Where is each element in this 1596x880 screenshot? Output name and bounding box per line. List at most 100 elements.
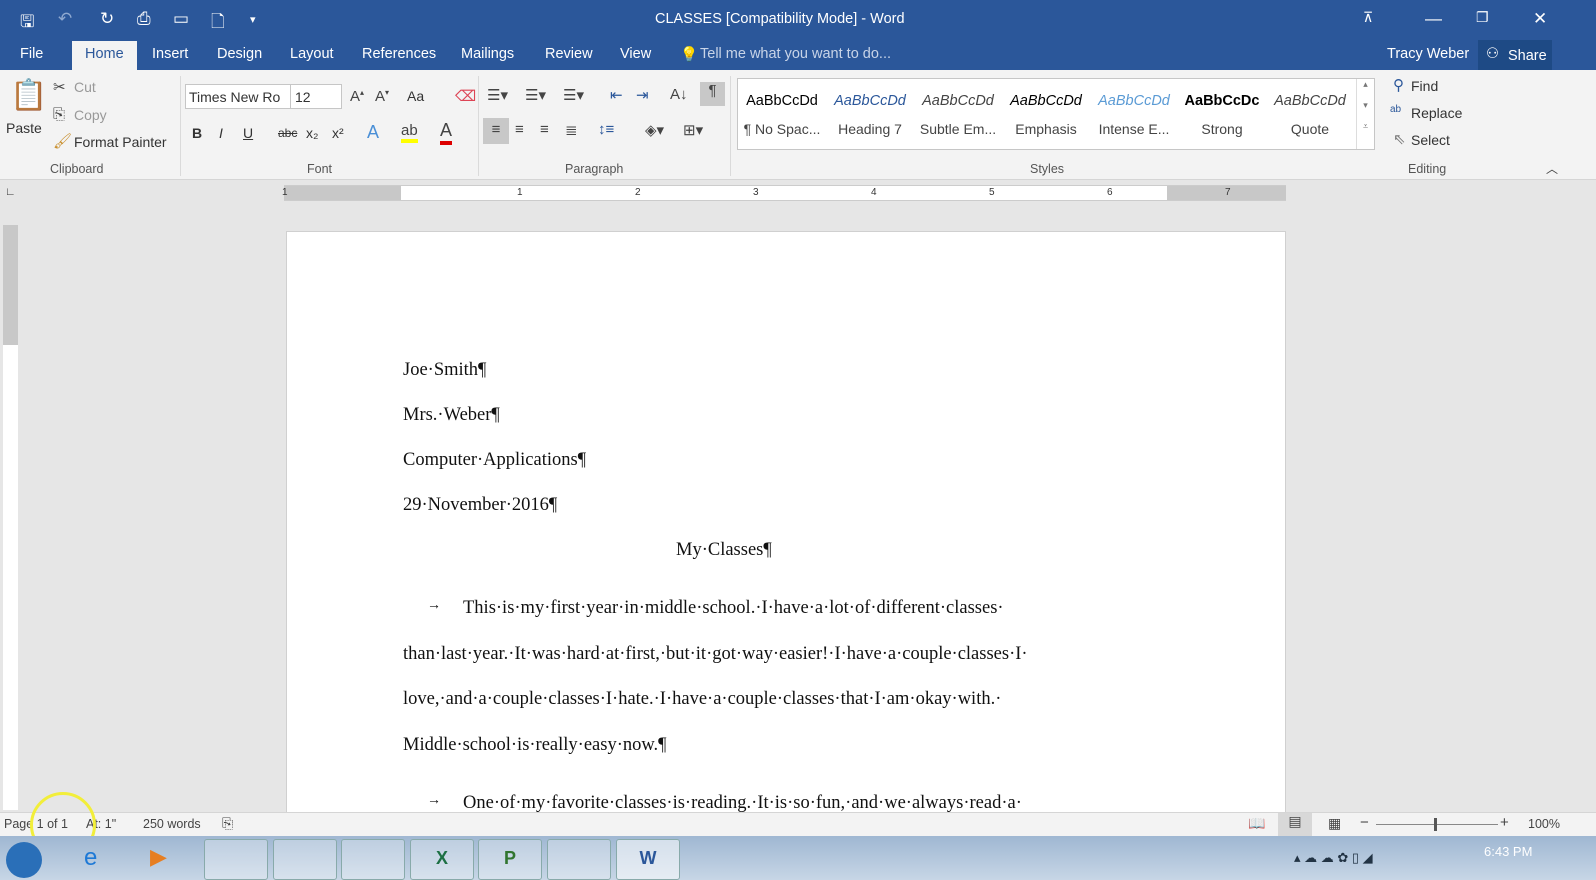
- superscript-button[interactable]: x²: [332, 125, 344, 141]
- undo-icon[interactable]: ↶: [58, 9, 72, 29]
- start-button[interactable]: [6, 842, 42, 878]
- collapse-ribbon-icon[interactable]: ︿: [1546, 160, 1558, 177]
- print-layout-icon[interactable]: ▤: [1278, 813, 1312, 836]
- style-intense-emphasis[interactable]: AaBbCcDd Intense E...: [1090, 93, 1178, 137]
- style-subtle-emphasis[interactable]: AaBbCcDd Subtle Em...: [914, 93, 1002, 137]
- increase-indent-icon[interactable]: ⇥: [636, 86, 649, 104]
- tab-selector[interactable]: ∟: [5, 186, 16, 198]
- document-page[interactable]: Joe·Smith¶ Mrs.·Weber¶ Computer·Applicat…: [286, 231, 1286, 831]
- text-effects-icon[interactable]: A: [367, 122, 379, 143]
- restore-icon[interactable]: ❐: [1476, 9, 1489, 26]
- snipping-tool-icon[interactable]: [547, 839, 611, 880]
- font-color-icon[interactable]: A: [440, 120, 453, 145]
- touch-mode-icon[interactable]: ▭: [173, 9, 189, 29]
- style-emphasis[interactable]: AaBbCcDd Emphasis: [1002, 93, 1090, 137]
- ribbon-display-icon[interactable]: ⊼: [1363, 9, 1373, 26]
- firefox-icon[interactable]: [204, 839, 268, 880]
- font-size-select[interactable]: 12: [290, 84, 342, 109]
- system-tray-icons[interactable]: ▴ ☁ ☁ ✿ ▯ ◢: [1294, 850, 1373, 866]
- zoom-slider-thumb[interactable]: [1434, 818, 1437, 831]
- decrease-indent-icon[interactable]: ⇤: [610, 86, 623, 104]
- word-icon[interactable]: W: [616, 839, 680, 880]
- shading-icon[interactable]: ◈▾: [645, 121, 664, 139]
- tab-mailings[interactable]: Mailings: [461, 46, 514, 62]
- borders-icon[interactable]: ⊞▾: [683, 121, 703, 139]
- vertical-ruler[interactable]: [3, 225, 18, 810]
- shrink-font-icon[interactable]: A▾: [375, 88, 389, 105]
- style-strong[interactable]: AaBbCcDc Strong: [1178, 93, 1266, 137]
- internet-explorer-icon[interactable]: e: [84, 844, 97, 872]
- tab-design[interactable]: Design: [217, 46, 262, 62]
- clear-formatting-icon[interactable]: ⌫: [455, 87, 476, 105]
- zoom-level[interactable]: 100%: [1528, 817, 1560, 831]
- cut-button[interactable]: Cut: [74, 79, 96, 95]
- grow-font-icon[interactable]: A▴: [350, 88, 364, 105]
- excel-icon[interactable]: X: [410, 839, 474, 880]
- tell-me-input[interactable]: Tell me what you want to do...: [700, 46, 891, 62]
- style-quote[interactable]: AaBbCcDd Quote: [1266, 93, 1354, 137]
- select-button[interactable]: Select: [1411, 132, 1450, 148]
- read-mode-icon[interactable]: 📖: [1248, 815, 1265, 832]
- zoom-in-button[interactable]: +: [1500, 814, 1509, 831]
- project-icon[interactable]: P: [478, 839, 542, 880]
- style-no-spacing[interactable]: AaBbCcDd ¶ No Spac...: [738, 93, 826, 137]
- print-preview-icon[interactable]: ⎙: [137, 9, 151, 29]
- tab-home[interactable]: Home: [72, 41, 137, 70]
- underline-button[interactable]: U: [243, 125, 253, 141]
- center-icon[interactable]: ≡: [515, 121, 524, 138]
- ruler-mark: 7: [1225, 187, 1231, 198]
- tab-file[interactable]: File: [20, 46, 43, 62]
- save-icon[interactable]: 🖫: [20, 9, 34, 38]
- minimize-icon[interactable]: —: [1425, 9, 1442, 29]
- align-left-icon[interactable]: ≡: [483, 118, 509, 144]
- zoom-out-button[interactable]: −: [1360, 814, 1369, 831]
- close-icon[interactable]: ✕: [1533, 9, 1547, 29]
- align-right-icon[interactable]: ≡: [540, 121, 549, 138]
- line-spacing-icon[interactable]: ↕≡: [598, 121, 614, 138]
- replace-button[interactable]: Replace: [1411, 105, 1462, 121]
- bold-button[interactable]: B: [192, 125, 202, 141]
- media-player-icon[interactable]: ▶: [150, 844, 167, 870]
- copy-button[interactable]: Copy: [74, 107, 107, 123]
- paste-icon[interactable]: 📋: [10, 78, 47, 113]
- find-button[interactable]: Find: [1411, 78, 1438, 94]
- tab-view[interactable]: View: [620, 46, 651, 62]
- horizontal-ruler[interactable]: 1 1 2 3 4 5 6 7: [282, 185, 1286, 201]
- sort-icon[interactable]: A↓: [670, 86, 688, 103]
- style-sample: AaBbCcDc: [1184, 93, 1260, 109]
- style-sample: AaBbCcDd: [1274, 93, 1346, 109]
- change-case-button[interactable]: Aa: [407, 88, 424, 104]
- redo-icon[interactable]: ↻: [100, 9, 114, 29]
- multilevel-list-icon[interactable]: ☰▾: [563, 86, 584, 104]
- paste-button[interactable]: Paste: [6, 120, 42, 136]
- justify-icon[interactable]: ≣: [565, 121, 578, 139]
- strikethrough-button[interactable]: abc: [278, 126, 297, 140]
- show-formatting-icon[interactable]: ¶: [700, 82, 725, 106]
- subscript-button[interactable]: x₂: [306, 125, 318, 141]
- bullets-icon[interactable]: ☰▾: [487, 86, 508, 104]
- styles-scroll[interactable]: ▴ ▾ ⩡: [1356, 79, 1374, 149]
- tab-references[interactable]: References: [362, 46, 436, 62]
- title-bar: 🖫 ↶ ↻ ⎙ ▭ 🗋 ▾ CLASSES [Compatibility Mod…: [0, 0, 1596, 38]
- web-layout-icon[interactable]: ▦: [1328, 815, 1341, 832]
- file-explorer-icon[interactable]: [273, 839, 337, 880]
- style-name: Heading 7: [838, 121, 902, 137]
- new-document-icon[interactable]: 🗋: [211, 9, 225, 38]
- italic-button[interactable]: I: [219, 125, 223, 141]
- word-count[interactable]: 250 words: [143, 817, 201, 831]
- font-name-select[interactable]: Times New Ro: [185, 84, 291, 109]
- tab-layout[interactable]: Layout: [290, 46, 334, 62]
- clock[interactable]: 6:43 PM: [1484, 844, 1532, 859]
- tab-review[interactable]: Review: [545, 46, 593, 62]
- zoom-slider[interactable]: [1376, 824, 1498, 825]
- highlight-icon[interactable]: ab: [401, 122, 418, 143]
- format-painter-button[interactable]: Format Painter: [74, 134, 167, 150]
- share-button[interactable]: ⚇ Share: [1478, 40, 1552, 70]
- customize-toolbar-icon[interactable]: ▾: [250, 13, 256, 26]
- style-heading-7[interactable]: AaBbCcDd Heading 7: [826, 93, 914, 137]
- numbering-icon[interactable]: ☰▾: [525, 86, 546, 104]
- proofing-icon[interactable]: ⎘: [222, 815, 233, 832]
- chrome-icon[interactable]: [341, 839, 405, 880]
- user-name[interactable]: Tracy Weber: [1387, 46, 1469, 62]
- tab-insert[interactable]: Insert: [152, 46, 188, 62]
